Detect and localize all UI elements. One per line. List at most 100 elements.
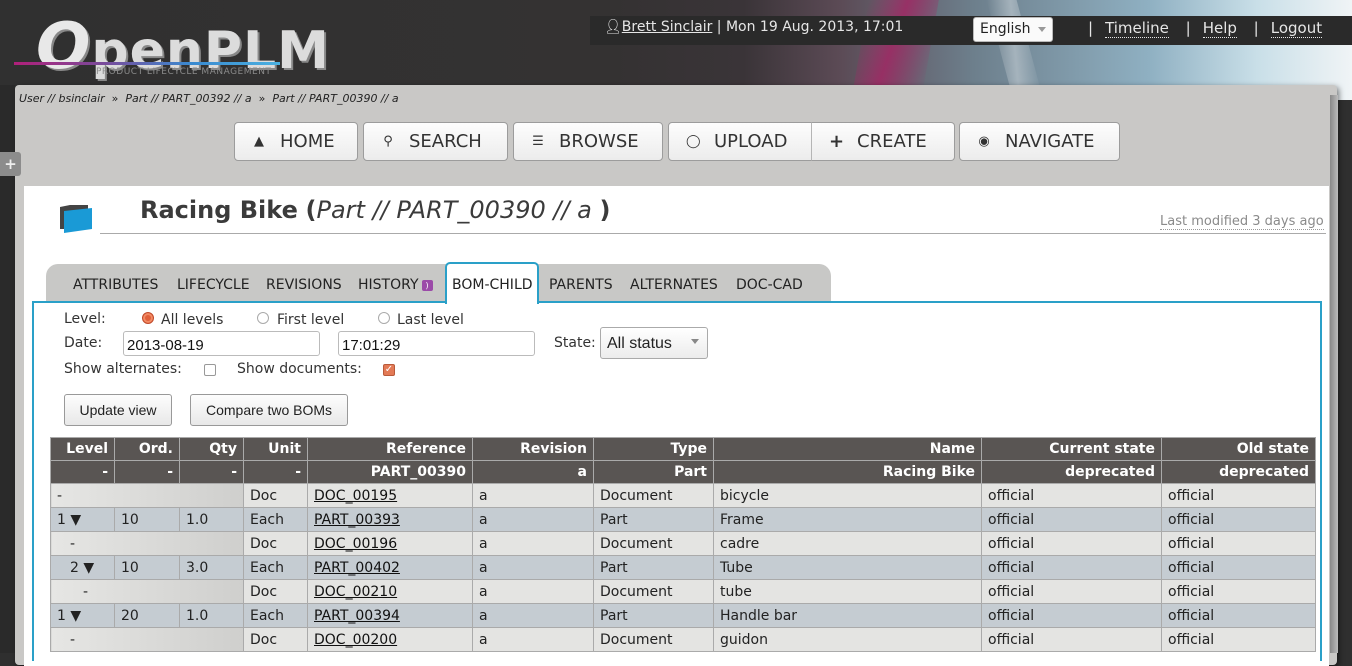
last-level-label[interactable]: Last level [397, 312, 464, 328]
name-cell: bicycle [713, 483, 982, 508]
object-reference: Part // PART_00390 // a [316, 196, 592, 224]
tab-doc-cad[interactable]: DOC-CAD [736, 277, 803, 293]
level-label: Level: [64, 311, 106, 327]
reference-cell: DOC_00196 [307, 531, 473, 556]
revision-cell: a [472, 483, 594, 508]
tab-alternates[interactable]: ALTERNATES [630, 277, 718, 293]
all-levels-label[interactable]: All levels [161, 312, 223, 328]
col-type[interactable]: Type [593, 437, 714, 461]
breadcrumb-separator: » [111, 92, 119, 105]
navigate-button[interactable]: ◉ NAVIGATE [959, 122, 1120, 161]
col-current-state[interactable]: Current state [981, 437, 1162, 461]
level-cell: - [50, 627, 244, 652]
document-row: - Doc DOC_00210 a Document tube official offici… [50, 579, 1316, 604]
reference-link[interactable]: DOC_00195 [314, 488, 397, 504]
breadcrumb-item[interactable]: Part // PART_00390 // a [272, 92, 398, 105]
col-level[interactable]: Level [50, 437, 115, 461]
root-old-state: deprecated [1161, 460, 1316, 484]
qty-cell: 3.0 [179, 555, 244, 580]
unit-cell: Each [243, 555, 308, 580]
root-type: Part [593, 460, 714, 484]
show-alternates-checkbox[interactable] [204, 364, 216, 376]
document-row: - Doc DOC_00200 a Document guidon official offi… [50, 627, 1316, 652]
chevron-down-icon [691, 339, 699, 344]
language-select[interactable]: English [973, 17, 1053, 42]
openplm-logo[interactable]: OpenPLM PRODUCT LIFECYCLE MANAGEMENT [14, 4, 329, 84]
root-reference: PART_00390 [307, 460, 473, 484]
search-button[interactable]: ⚲ SEARCH [363, 122, 508, 161]
browse-button[interactable]: ☰ BROWSE [513, 122, 663, 161]
col-ord[interactable]: Ord. [114, 437, 180, 461]
first-level-label[interactable]: First level [277, 312, 344, 328]
tab-attributes[interactable]: ATTRIBUTES [73, 277, 158, 293]
level-cell[interactable]: 2 ▼ [50, 555, 115, 580]
type-cell: Document [593, 531, 714, 556]
show-alternates-label: Show alternates: [64, 361, 182, 377]
plus-icon: + [829, 131, 845, 152]
reference-link[interactable]: DOC_00210 [314, 584, 397, 600]
reference-link[interactable]: PART_00402 [314, 560, 400, 576]
date-input[interactable] [123, 331, 320, 356]
rss-icon[interactable]: ) [421, 280, 433, 291]
unit-cell: Doc [243, 483, 308, 508]
reference-link[interactable]: PART_00394 [314, 608, 400, 624]
revision-cell: a [472, 555, 594, 580]
name-cell: cadre [713, 531, 982, 556]
language-value: English [980, 21, 1031, 37]
expand-sidebar-button[interactable]: + [0, 152, 21, 176]
reference-link[interactable]: PART_00393 [314, 512, 400, 528]
radio-all-levels[interactable] [142, 312, 154, 324]
last-modified[interactable]: Last modified 3 days ago [1160, 214, 1324, 230]
revision-cell: a [472, 579, 594, 604]
show-documents-checkbox[interactable]: ✓ [383, 364, 395, 376]
logout-link[interactable]: Logout [1270, 19, 1323, 38]
reference-link[interactable]: DOC_00196 [314, 536, 397, 552]
level-cell[interactable]: 1 ▼ [50, 507, 115, 532]
root-row: - - - - PART_00390 a Part Racing Bike de… [50, 460, 1316, 484]
breadcrumb-item[interactable]: Part // PART_00392 // a [125, 92, 251, 105]
update-view-button[interactable]: Update view [64, 394, 172, 426]
reference-cell: PART_00402 [307, 555, 473, 580]
breadcrumb-item[interactable]: User // bsinclair [19, 92, 105, 105]
home-label: HOME [280, 131, 335, 152]
tab-lifecycle[interactable]: LIFECYCLE [177, 277, 250, 293]
ord-cell: 10 [114, 555, 180, 580]
timeline-link[interactable]: Timeline [1105, 19, 1169, 38]
radio-last-level[interactable] [378, 312, 390, 324]
state-select[interactable]: All status [600, 327, 708, 359]
tab-bom-child[interactable]: BOM-CHILD [445, 262, 539, 304]
compare-boms-button[interactable]: Compare two BOMs [190, 394, 348, 426]
part-icon [60, 205, 92, 233]
chevron-down-icon [1038, 27, 1046, 32]
tab-revisions[interactable]: REVISIONS [266, 277, 342, 293]
reference-cell: DOC_00210 [307, 579, 473, 604]
upload-button[interactable]: ◯ UPLOAD [668, 122, 812, 161]
level-cell[interactable]: 1 ▼ [50, 603, 115, 628]
search-label: SEARCH [409, 131, 482, 152]
tab-gap [447, 300, 537, 304]
col-old-state[interactable]: Old state [1161, 437, 1316, 461]
reference-link[interactable]: DOC_00200 [314, 632, 397, 648]
radio-first-level[interactable] [257, 312, 269, 324]
col-name[interactable]: Name [713, 437, 982, 461]
unit-cell: Each [243, 507, 308, 532]
tab-parents[interactable]: PARENTS [549, 277, 613, 293]
create-button[interactable]: + CREATE [811, 122, 955, 161]
document-row: - Doc DOC_00195 a Document bicycle official off… [50, 483, 1316, 508]
col-unit[interactable]: Unit [243, 437, 308, 461]
current-state-cell: official [981, 579, 1162, 604]
col-reference[interactable]: Reference [307, 437, 473, 461]
help-link[interactable]: Help [1202, 19, 1237, 38]
tab-history[interactable]: HISTORY) [358, 277, 433, 293]
current-state-cell: official [981, 603, 1162, 628]
home-button[interactable]: ▲ HOME [234, 122, 358, 161]
part-row: 1 ▼ 20 1.0 Each PART_00394 a Part Handle bar off… [50, 603, 1316, 628]
time-input[interactable] [338, 331, 535, 356]
col-qty[interactable]: Qty [179, 437, 244, 461]
col-revision[interactable]: Revision [472, 437, 594, 461]
level-cell: - [50, 579, 244, 604]
unit-cell: Doc [243, 579, 308, 604]
user-link[interactable]: Brett Sinclair [622, 19, 713, 35]
reference-cell: PART_00393 [307, 507, 473, 532]
type-cell: Document [593, 579, 714, 604]
